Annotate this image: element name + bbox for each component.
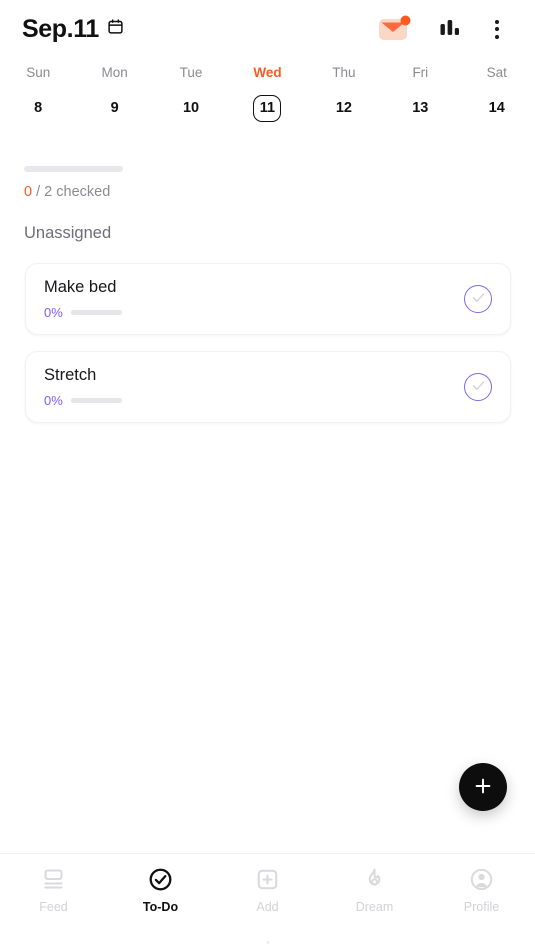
task-row[interactable]: Stretch 0%	[25, 351, 511, 423]
task-percent: 0%	[44, 393, 63, 409]
nav-item-add[interactable]: Add	[214, 866, 321, 951]
day-number: 12	[335, 99, 352, 116]
nav-label: Dream	[355, 900, 394, 914]
task-list: Make bed 0% Stretch 0%	[25, 263, 511, 423]
task-progress-bar	[70, 310, 122, 316]
day-name: Sun	[26, 65, 51, 80]
checked-count-rest: / 2 checked	[36, 184, 111, 200]
more-vertical-icon	[487, 18, 507, 40]
task-title: Make bed	[44, 277, 117, 296]
day-number: 10	[182, 99, 200, 116]
nav-item-feed[interactable]: Feed	[0, 866, 107, 951]
day-name: Tue	[179, 65, 203, 80]
bar-chart-icon	[438, 17, 462, 42]
checked-count-value: 0	[24, 184, 33, 200]
daily-progress-bar	[24, 166, 123, 172]
app-header: Sep.11	[0, 0, 535, 58]
day-number: 14	[488, 99, 505, 116]
day-column-wed-selected[interactable]: Wed 11	[229, 60, 305, 130]
date-title-group[interactable]: Sep.11	[22, 14, 124, 43]
task-content: Stretch 0%	[44, 365, 464, 407]
task-complete-button[interactable]	[464, 285, 492, 313]
nav-label: Profile	[463, 900, 500, 914]
day-number-box: 9	[101, 95, 129, 122]
nav-label: To-Do	[142, 900, 179, 914]
plus-icon	[472, 775, 494, 800]
day-number: 13	[412, 99, 429, 116]
mail-icon	[377, 15, 413, 43]
day-number-box: 12	[330, 95, 358, 122]
day-column-sat[interactable]: Sat 14	[459, 60, 535, 130]
task-content: Make bed 0%	[44, 277, 464, 319]
day-name: Sat	[486, 65, 507, 80]
feed-icon	[41, 866, 66, 892]
task-progress-row: 0%	[44, 394, 464, 407]
section-title-unassigned: Unassigned	[24, 224, 112, 242]
add-task-fab[interactable]	[459, 763, 507, 811]
task-percent: 0%	[44, 305, 63, 321]
day-name: Fri	[412, 65, 429, 80]
stats-button[interactable]	[438, 17, 462, 42]
day-column-thu[interactable]: Thu 12	[306, 60, 382, 130]
daily-progress-summary: 0 / 2 checked	[24, 166, 324, 200]
day-name: Wed	[253, 65, 282, 80]
header-actions	[377, 15, 515, 43]
mail-button[interactable]	[377, 15, 413, 43]
day-number: 11	[259, 99, 276, 116]
day-column-tue[interactable]: Tue 10	[153, 60, 229, 130]
check-icon	[471, 290, 486, 308]
task-title: Stretch	[44, 365, 97, 384]
week-strip: Sun 8 Mon 9 Tue 10 Wed 11 Thu 12 Fri 13 …	[0, 60, 535, 130]
check-circle-icon	[148, 866, 173, 892]
day-column-sun[interactable]: Sun 8	[0, 60, 76, 130]
user-circle-icon	[469, 866, 494, 892]
day-number-box: 10	[177, 95, 205, 122]
more-options-button[interactable]	[487, 18, 507, 40]
task-progress-row: 0%	[44, 306, 464, 319]
nav-label: Add	[256, 900, 279, 914]
day-number-box-selected: 11	[253, 94, 282, 122]
nav-label: Feed	[39, 900, 68, 914]
task-complete-button[interactable]	[464, 373, 492, 401]
task-row[interactable]: Make bed 0%	[25, 263, 511, 335]
day-number: 8	[34, 99, 43, 116]
plus-square-icon	[255, 866, 280, 892]
todo-app-screen: Sep.11 Sun 8 Mon 9 Tue 10 Wed 11 Thu 12 …	[0, 0, 535, 951]
home-indicator	[266, 941, 269, 944]
day-name: Mon	[101, 65, 128, 80]
check-icon	[471, 378, 486, 396]
day-number-box: 14	[483, 95, 511, 122]
task-progress-bar	[70, 398, 122, 404]
flame-icon	[362, 866, 387, 892]
bottom-navigation: Feed To-Do Add Dream Profile	[0, 853, 535, 951]
day-number: 9	[110, 99, 119, 116]
nav-item-todo[interactable]: To-Do	[107, 866, 214, 951]
day-number-box: 13	[406, 95, 434, 122]
day-column-mon[interactable]: Mon 9	[76, 60, 152, 130]
page-title: Sep.11	[22, 14, 99, 43]
calendar-icon[interactable]	[107, 18, 124, 40]
day-number-box: 8	[24, 95, 52, 122]
nav-item-profile[interactable]: Profile	[428, 866, 535, 951]
day-column-fri[interactable]: Fri 13	[382, 60, 458, 130]
day-name: Thu	[332, 65, 356, 80]
checked-count-label: 0 / 2 checked	[24, 185, 324, 200]
nav-item-dream[interactable]: Dream	[321, 866, 428, 951]
